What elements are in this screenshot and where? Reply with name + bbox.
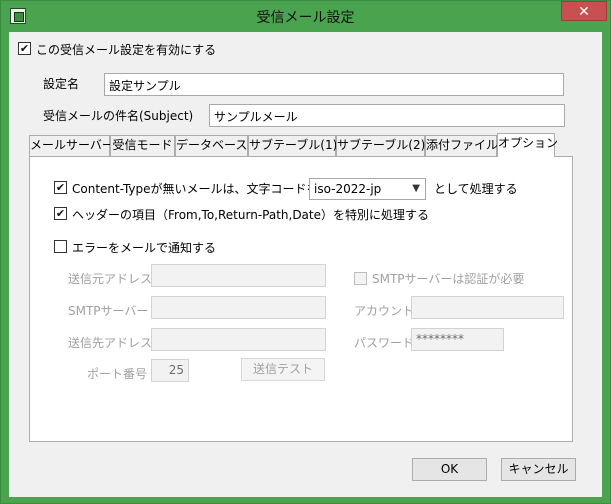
to-address-label: 送信先アドレス — [68, 336, 153, 350]
tab-database[interactable]: データベース — [175, 135, 248, 156]
subject-label: 受信メールの件名(Subject) — [43, 109, 194, 123]
error-notify-checkbox[interactable] — [54, 240, 67, 253]
port-input[interactable]: 25 — [151, 359, 189, 382]
smtp-server-label: SMTPサーバー — [68, 304, 149, 318]
chevron-down-icon: ▼ — [412, 183, 420, 194]
password-input[interactable]: ******** — [411, 328, 504, 351]
account-input[interactable] — [411, 296, 564, 319]
setting-name-label: 設定名 — [43, 77, 80, 91]
header-special-label: ヘッダーの項目（From,To,Return-Path,Date）を特別に処理す… — [72, 208, 430, 222]
dialog-window: 受信メール設定 ✕ ✔ この受信メール設定を有効にする 設定名 設定サンプル 受… — [0, 0, 611, 504]
smtp-server-input[interactable] — [151, 296, 326, 319]
password-label: パスワード — [354, 336, 415, 350]
cancel-button[interactable]: キャンセル — [501, 458, 576, 481]
subject-input[interactable]: サンプルメール — [209, 104, 565, 127]
tab-subtable-1[interactable]: サブテーブル(1) — [248, 135, 337, 156]
enable-setting-label: この受信メール設定を有効にする — [36, 43, 217, 57]
smtp-auth-label: SMTPサーバーは認証が必要 — [372, 272, 525, 286]
setting-name-input[interactable]: 設定サンプル — [104, 73, 564, 96]
content-type-checkbox[interactable]: ✔ — [54, 181, 67, 194]
tab-attachments[interactable]: 添付ファイル — [425, 135, 498, 156]
charset-suffix-label: として処理する — [434, 182, 518, 196]
dialog-client-area: ✔ この受信メール設定を有効にする 設定名 設定サンプル 受信メールの件名(Su… — [9, 32, 602, 497]
options-tab-panel: ✔ Content-Typeが無いメールは、文字コードを iso-2022-jp… — [29, 156, 573, 442]
to-address-input[interactable] — [151, 328, 326, 351]
tab-options[interactable]: オプション — [497, 133, 558, 157]
charset-value: iso-2022-jp — [314, 182, 382, 196]
window-title: 受信メール設定 — [256, 10, 355, 26]
enable-setting-checkbox[interactable]: ✔ — [18, 42, 31, 55]
send-test-button[interactable]: 送信テスト — [241, 358, 325, 381]
smtp-auth-checkbox[interactable] — [354, 272, 367, 285]
tab-mail-server[interactable]: メールサーバー — [29, 135, 114, 156]
tab-receive-mode[interactable]: 受信モード — [110, 135, 175, 156]
error-notify-label: エラーをメールで通知する — [72, 241, 217, 255]
content-type-label: Content-Typeが無いメールは、文字コードを — [72, 182, 319, 196]
from-address-label: 送信元アドレス — [68, 272, 153, 286]
tab-subtable-2[interactable]: サブテーブル(2) — [336, 135, 425, 156]
ok-button[interactable]: OK — [412, 458, 487, 481]
from-address-input[interactable] — [151, 264, 326, 287]
charset-select[interactable]: iso-2022-jp ▼ — [309, 178, 426, 200]
close-button[interactable]: ✕ — [561, 1, 607, 21]
port-label: ポート番号 — [87, 367, 148, 381]
account-label: アカウント — [354, 304, 415, 318]
title-bar[interactable]: 受信メール設定 ✕ — [1, 1, 610, 32]
header-special-checkbox[interactable]: ✔ — [54, 207, 67, 220]
